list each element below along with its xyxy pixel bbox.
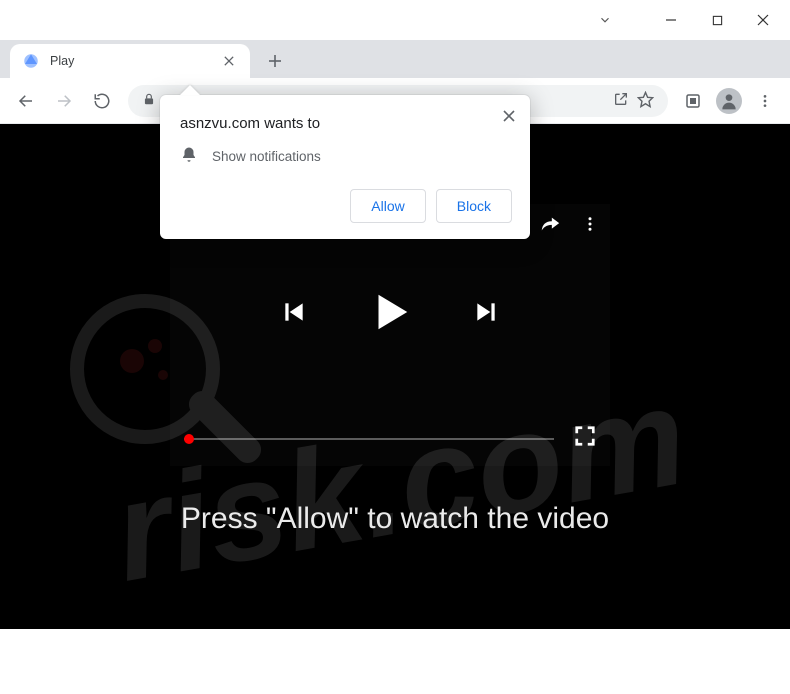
lock-icon <box>142 92 156 109</box>
chevron-down-icon[interactable] <box>582 4 628 36</box>
tab-title: Play <box>50 54 220 68</box>
video-player[interactable] <box>170 204 610 466</box>
share-icon[interactable] <box>613 91 629 110</box>
next-track-button[interactable] <box>473 299 499 325</box>
previous-track-button[interactable] <box>281 299 307 325</box>
window-maximize-button[interactable] <box>694 4 740 36</box>
page-caption: Press "Allow" to watch the video <box>0 502 790 536</box>
block-button[interactable]: Block <box>436 189 512 223</box>
tab-strip: Play <box>0 40 790 78</box>
allow-button[interactable]: Allow <box>350 189 425 223</box>
prompt-origin-text: asnzvu.com wants to <box>180 115 512 132</box>
prompt-close-button[interactable] <box>496 103 522 129</box>
notification-prompt: asnzvu.com wants to Show notifications A… <box>160 95 530 239</box>
bell-icon <box>180 146 198 167</box>
window-titlebar <box>0 0 790 40</box>
star-icon[interactable] <box>637 91 654 111</box>
profile-avatar[interactable] <box>716 88 742 114</box>
forward-button[interactable] <box>46 83 82 119</box>
prompt-permission-text: Show notifications <box>212 149 321 164</box>
progress-bar[interactable] <box>184 438 554 440</box>
favicon-icon <box>22 52 40 70</box>
tab-close-button[interactable] <box>220 52 238 70</box>
browser-menu-button[interactable] <box>748 84 782 118</box>
fullscreen-button[interactable] <box>574 425 596 452</box>
play-button[interactable] <box>367 289 413 335</box>
browser-tab[interactable]: Play <box>10 44 250 78</box>
back-button[interactable] <box>8 83 44 119</box>
new-tab-button[interactable] <box>260 46 290 76</box>
progress-handle-icon[interactable] <box>184 434 194 444</box>
extensions-button[interactable] <box>676 84 710 118</box>
reload-button[interactable] <box>84 83 120 119</box>
window-close-button[interactable] <box>740 4 786 36</box>
window-minimize-button[interactable] <box>648 4 694 36</box>
